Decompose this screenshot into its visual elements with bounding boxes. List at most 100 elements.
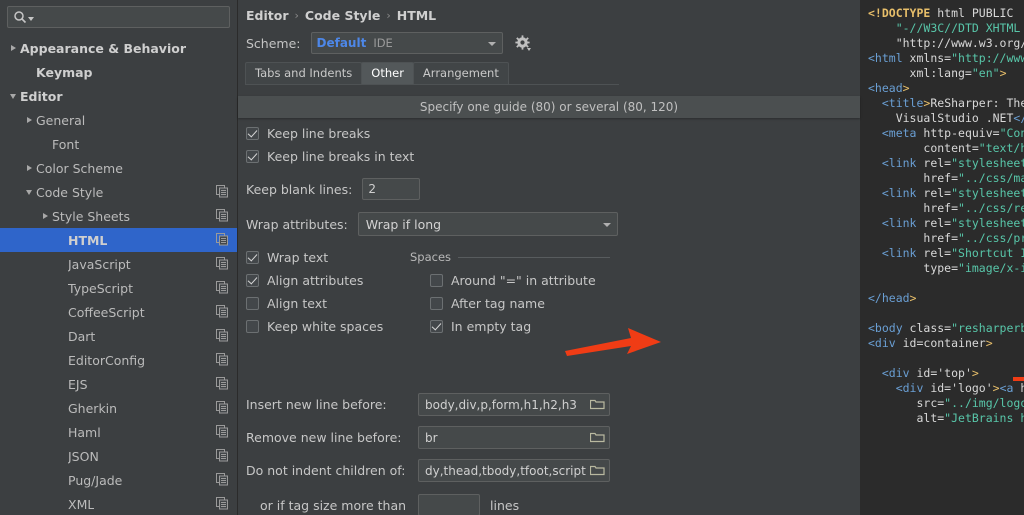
- copy-scheme-icon[interactable]: [216, 497, 229, 513]
- code-line: src="../img/logo_bw.gif" width="124" hei…: [916, 396, 1024, 410]
- sidebar-item-coffeescript[interactable]: CoffeeScript: [0, 300, 237, 324]
- checkbox-spaces-around-in-attribute[interactable]: Around "=" in attribute: [430, 269, 610, 292]
- tag-size-input[interactable]: [418, 494, 481, 515]
- sidebar-item-keymap[interactable]: Keymap: [0, 60, 237, 84]
- checkbox-icon[interactable]: [246, 297, 259, 310]
- sidebar-item-pug-jade[interactable]: Pug/Jade: [0, 468, 237, 492]
- checkbox-icon[interactable]: [246, 150, 259, 163]
- scheme-dropdown[interactable]: Default IDE: [310, 32, 503, 54]
- copy-scheme-icon[interactable]: [216, 257, 229, 273]
- copy-scheme-icon[interactable]: [216, 425, 229, 441]
- keep-blank-lines-input[interactable]: 2: [362, 178, 421, 200]
- breadcrumb-part[interactable]: HTML: [397, 8, 436, 23]
- sidebar-item-color-scheme[interactable]: Color Scheme: [0, 156, 237, 180]
- code-line: type="image/x-icon" />: [923, 261, 1024, 275]
- checkbox-icon[interactable]: [246, 274, 259, 287]
- breadcrumb-part[interactable]: Code Style: [305, 8, 380, 23]
- sidebar-item-code-style[interactable]: Code Style: [0, 180, 237, 204]
- sidebar-item-label: JavaScript: [68, 256, 131, 272]
- copy-scheme-icon[interactable]: [216, 473, 229, 489]
- tag-size-suffix: lines: [490, 497, 520, 513]
- field-row: Remove new line before: br: [246, 421, 860, 454]
- gear-icon[interactable]: [514, 35, 531, 51]
- copy-scheme-icon[interactable]: [216, 329, 229, 345]
- checkbox-icon[interactable]: [430, 320, 443, 333]
- sidebar-item-haml[interactable]: Haml: [0, 420, 237, 444]
- sidebar-item-font[interactable]: Font: [0, 132, 237, 156]
- sidebar-item-ejs[interactable]: EJS: [0, 372, 237, 396]
- chevron-down-icon[interactable]: [6, 93, 20, 99]
- copy-scheme-icon[interactable]: [216, 353, 229, 369]
- code-line: <div id='logo'><a href="../index.html"><…: [895, 381, 1024, 395]
- sidebar-item-gherkin[interactable]: Gherkin: [0, 396, 237, 420]
- sidebar-item-style-sheets[interactable]: Style Sheets: [0, 204, 237, 228]
- code-line: content="text/html; charset=iso-8859-1" …: [923, 141, 1024, 155]
- wrap-attributes-row: Wrap attributes: Wrap if long: [246, 209, 860, 239]
- checkbox-icon[interactable]: [430, 297, 443, 310]
- checkbox-icon[interactable]: [246, 127, 259, 140]
- checkbox-icon[interactable]: [246, 320, 259, 333]
- copy-scheme-icon[interactable]: [216, 233, 229, 249]
- guide-tooltip: Specify one guide (80) or several (80, 1…: [238, 96, 860, 118]
- folder-icon[interactable]: [589, 428, 605, 447]
- search-box[interactable]: [7, 6, 230, 28]
- chevron-right-icon[interactable]: [22, 165, 36, 171]
- checkbox-icon[interactable]: [430, 274, 443, 287]
- wrap-attributes-dropdown[interactable]: Wrap if long: [357, 212, 618, 236]
- sidebar-item-xml[interactable]: XML: [0, 492, 237, 515]
- copy-scheme-icon[interactable]: [216, 281, 229, 297]
- sidebar-item-label: Haml: [68, 424, 101, 440]
- tab-tabs-and-indents[interactable]: Tabs and Indents: [245, 62, 363, 84]
- sidebar-item-general[interactable]: General: [0, 108, 237, 132]
- checkbox-icon[interactable]: [246, 251, 259, 264]
- sidebar-item-label: Gherkin: [68, 400, 118, 416]
- sidebar-item-json[interactable]: JSON: [0, 444, 237, 468]
- tag-size-label: or if tag size more than: [260, 497, 407, 513]
- checkbox-label: Around "=" in attribute: [451, 273, 596, 288]
- folder-icon[interactable]: [589, 461, 605, 480]
- other-settings-form: Keep line breaks Keep line breaks in text…: [238, 122, 860, 515]
- search-dropdown-arrow[interactable]: [28, 8, 35, 27]
- tab-other[interactable]: Other: [361, 62, 414, 84]
- sidebar-item-appearance-behavior[interactable]: Appearance & Behavior: [0, 36, 237, 60]
- sidebar-item-editor[interactable]: Editor: [0, 84, 237, 108]
- code-line: <div id='top'>: [881, 366, 979, 380]
- sidebar-item-dart[interactable]: Dart: [0, 324, 237, 348]
- sidebar-item-label: Style Sheets: [52, 208, 131, 224]
- checkbox-keep-line-breaks-in-text[interactable]: Keep line breaks in text: [246, 145, 860, 168]
- tag-size-row: or if tag size more than lines: [246, 490, 860, 515]
- spaces-group-title: Spaces: [410, 250, 610, 264]
- sidebar-item-label: CoffeeScript: [68, 304, 145, 320]
- code-line: alt="JetBrains home" /></a></div>: [916, 411, 1024, 425]
- code-line: <title>ReSharper: The Most Intelligent A…: [881, 96, 1024, 110]
- checkbox-keep-line-breaks[interactable]: Keep line breaks: [246, 122, 860, 145]
- copy-scheme-icon[interactable]: [216, 305, 229, 321]
- sidebar-item-html[interactable]: HTML: [0, 228, 237, 252]
- field-input[interactable]: br: [418, 426, 610, 449]
- copy-scheme-icon[interactable]: [216, 209, 229, 225]
- chevron-down-icon[interactable]: [22, 189, 36, 195]
- chevron-right-icon[interactable]: [22, 117, 36, 123]
- copy-scheme-icon[interactable]: [216, 401, 229, 417]
- copy-scheme-icon[interactable]: [216, 449, 229, 465]
- search-input[interactable]: [38, 8, 229, 26]
- sidebar-item-editorconfig[interactable]: EditorConfig: [0, 348, 237, 372]
- chevron-right-icon[interactable]: [6, 45, 20, 51]
- code-preview-pane[interactable]: <!DOCTYPE html PUBLIC "-//W3C//DTD XHTML…: [860, 0, 1024, 515]
- tab-arrangement[interactable]: Arrangement: [412, 62, 509, 84]
- breadcrumb-part[interactable]: Editor: [246, 8, 289, 23]
- breadcrumb-separator: ›: [386, 8, 391, 22]
- checkbox-spaces-after-tag-name[interactable]: After tag name: [430, 292, 610, 315]
- sidebar-item-javascript[interactable]: JavaScript: [0, 252, 237, 276]
- settings-sidebar: Appearance & Behavior Keymap Editor General…: [0, 0, 238, 515]
- field-row: Insert new line before: body,div,p,form,h…: [246, 388, 860, 421]
- field-input[interactable]: body,div,p,form,h1,h2,h3: [418, 393, 610, 416]
- copy-scheme-icon[interactable]: [216, 377, 229, 393]
- folder-icon[interactable]: [589, 395, 605, 414]
- checkbox-label: Align attributes: [267, 273, 364, 288]
- copy-scheme-icon[interactable]: [216, 185, 229, 201]
- sidebar-item-label: Editor: [20, 88, 63, 104]
- sidebar-item-typescript[interactable]: TypeScript: [0, 276, 237, 300]
- field-input[interactable]: dy,thead,tbody,tfoot,script: [418, 459, 610, 482]
- chevron-right-icon[interactable]: [38, 213, 52, 219]
